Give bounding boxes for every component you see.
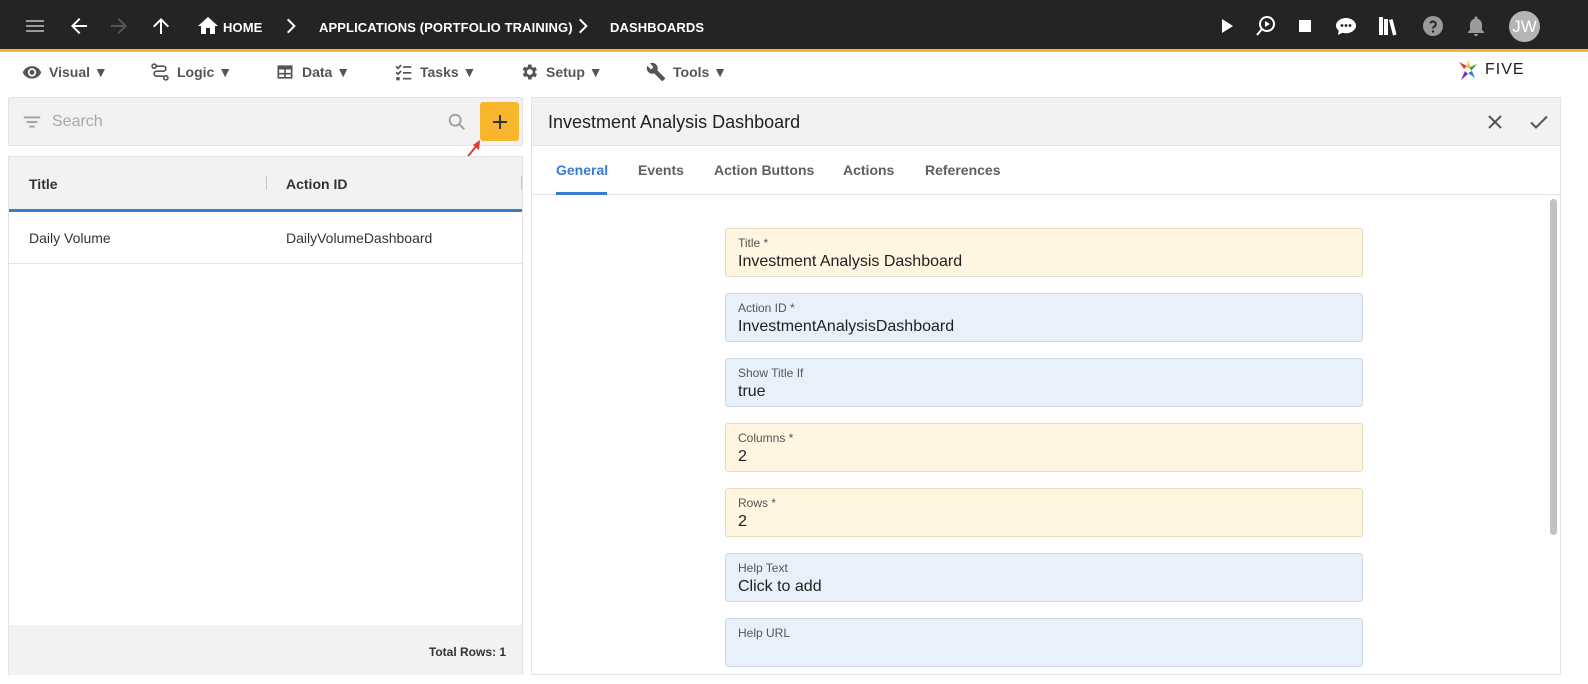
menu-setup-label: Setup ▼: [546, 64, 603, 80]
menu-visual[interactable]: Visual ▼: [22, 60, 108, 84]
chevron-right-icon: [278, 14, 302, 38]
menu-logic[interactable]: Logic ▼: [150, 60, 232, 84]
tab-references[interactable]: References: [925, 162, 1001, 178]
field-value: 2: [738, 513, 747, 530]
check-icon[interactable]: [1527, 110, 1551, 134]
play-icon[interactable]: [1214, 14, 1238, 38]
menu-logic-label: Logic ▼: [177, 64, 233, 80]
library-icon[interactable]: [1376, 14, 1400, 38]
form-tabs: General Events Action Buttons Actions Re…: [532, 146, 1560, 195]
add-record-button[interactable]: [480, 102, 519, 141]
field-label: Columns *: [738, 431, 794, 445]
search-icon[interactable]: [446, 111, 468, 133]
five-logo-icon: [1459, 60, 1477, 80]
breadcrumb-applications[interactable]: APPLICATIONS (PORTFOLIO TRAINING): [319, 20, 573, 35]
field-label: Show Title If: [738, 366, 804, 380]
column-header-action-id[interactable]: Action ID: [286, 176, 347, 192]
bell-icon[interactable]: [1464, 14, 1488, 38]
form-title: Investment Analysis Dashboard: [548, 112, 801, 132]
help-url-field[interactable]: Help URL: [725, 618, 1363, 667]
records-list: Title Action ID Daily Volume DailyVolume…: [8, 156, 523, 675]
search-input[interactable]: [52, 109, 442, 135]
five-logo: FIVE: [1457, 57, 1547, 83]
tab-action-buttons[interactable]: Action Buttons: [714, 162, 814, 178]
total-rows: Total Rows: 1: [428, 645, 506, 659]
avatar[interactable]: JW: [1509, 11, 1540, 42]
field-value: InvestmentAnalysisDashboard: [738, 318, 955, 335]
up-arrow-icon[interactable]: [149, 14, 173, 38]
forward-arrow-icon[interactable]: [107, 14, 131, 38]
record-form: Investment Analysis Dashboard General Ev…: [531, 97, 1561, 675]
menu-tasks-label: Tasks ▼: [420, 64, 477, 80]
home-icon[interactable]: [196, 14, 220, 38]
cell-title: Daily Volume: [29, 230, 111, 246]
column-divider[interactable]: [521, 176, 522, 190]
column-header-title[interactable]: Title: [29, 176, 58, 192]
chevron-right-icon: [570, 14, 594, 38]
tab-actions[interactable]: Actions: [843, 162, 894, 178]
help-icon[interactable]: [1421, 14, 1445, 38]
menu-visual-label: Visual ▼: [49, 64, 108, 80]
help-text-field[interactable]: Help Text Click to add: [725, 553, 1363, 602]
top-app-bar: HOME APPLICATIONS (PORTFOLIO TRAINING) D…: [0, 0, 1588, 52]
show-title-if-field[interactable]: Show Title If true: [725, 358, 1363, 407]
menu-icon[interactable]: [23, 14, 47, 38]
field-label: Help Text: [738, 561, 788, 575]
column-divider[interactable]: [266, 176, 267, 190]
menu-tasks[interactable]: Tasks ▼: [393, 60, 476, 84]
menu-tools[interactable]: Tools ▼: [646, 60, 727, 84]
inspect-icon[interactable]: [1254, 14, 1278, 38]
field-value: 2: [738, 448, 747, 465]
close-icon[interactable]: [1483, 110, 1507, 134]
logo-text: FIVE: [1485, 61, 1525, 78]
main-menu-bar: Visual ▼ Logic ▼ Data ▼ Tasks ▼ Setup ▼ …: [0, 55, 1588, 91]
rows-field[interactable]: Rows * 2: [725, 488, 1363, 537]
plus-icon: [492, 114, 507, 129]
field-value: true: [738, 383, 766, 400]
field-label: Help URL: [738, 626, 791, 640]
menu-data-label: Data ▼: [302, 64, 351, 80]
back-arrow-icon[interactable]: [67, 14, 91, 38]
menu-data[interactable]: Data ▼: [275, 60, 350, 84]
table-icon: [277, 65, 293, 79]
list-header: Title Action ID: [9, 157, 522, 212]
table-row[interactable]: Daily Volume DailyVolumeDashboard: [9, 212, 522, 264]
tools-icon: [646, 62, 666, 82]
chat-icon[interactable]: [1334, 14, 1358, 38]
field-label: Title *: [738, 236, 769, 250]
field-label: Rows *: [738, 496, 777, 510]
filter-icon[interactable]: [21, 111, 43, 133]
search-panel: [8, 97, 523, 146]
gear-icon: [522, 64, 537, 80]
title-field[interactable]: Title * Investment Analysis Dashboard: [725, 228, 1363, 277]
field-label: Action ID *: [738, 301, 795, 315]
form-scrollbar[interactable]: [1550, 199, 1557, 535]
tasks-icon: [395, 64, 412, 81]
active-tab-indicator: [556, 192, 607, 195]
eye-icon: [22, 66, 42, 79]
menu-setup[interactable]: Setup ▼: [519, 60, 603, 84]
tab-general[interactable]: General: [556, 162, 608, 178]
menu-tools-label: Tools ▼: [673, 64, 728, 80]
action-id-field[interactable]: Action ID * InvestmentAnalysisDashboard: [725, 293, 1363, 342]
field-value: Click to add: [738, 578, 822, 595]
breadcrumb-home[interactable]: HOME: [223, 20, 262, 35]
form-header: Investment Analysis Dashboard: [532, 98, 1560, 146]
cell-action-id: DailyVolumeDashboard: [286, 230, 433, 246]
list-footer: Total Rows: 1: [9, 625, 522, 675]
logic-icon: [151, 63, 169, 81]
breadcrumb-dashboards[interactable]: DASHBOARDS: [610, 20, 704, 35]
tab-events[interactable]: Events: [638, 162, 684, 178]
stop-icon[interactable]: [1293, 14, 1317, 38]
field-value: Investment Analysis Dashboard: [738, 253, 963, 270]
columns-field[interactable]: Columns * 2: [725, 423, 1363, 472]
